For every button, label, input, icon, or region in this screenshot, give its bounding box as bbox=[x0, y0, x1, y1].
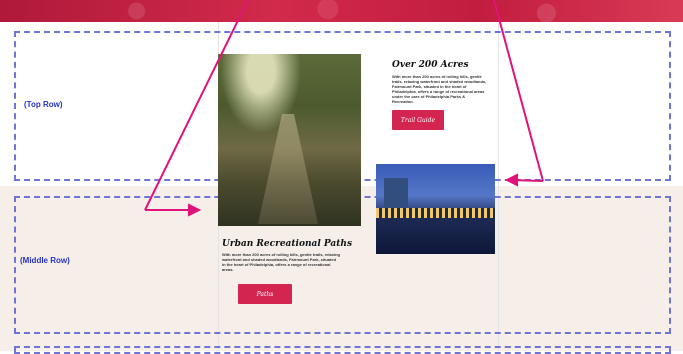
arrow-head-2 bbox=[504, 173, 518, 187]
arrow-line-1 bbox=[144, 0, 249, 211]
arrow-head-1 bbox=[188, 203, 202, 217]
arrow-line-3 bbox=[493, 0, 544, 182]
annotation-arrows bbox=[144, 0, 544, 217]
